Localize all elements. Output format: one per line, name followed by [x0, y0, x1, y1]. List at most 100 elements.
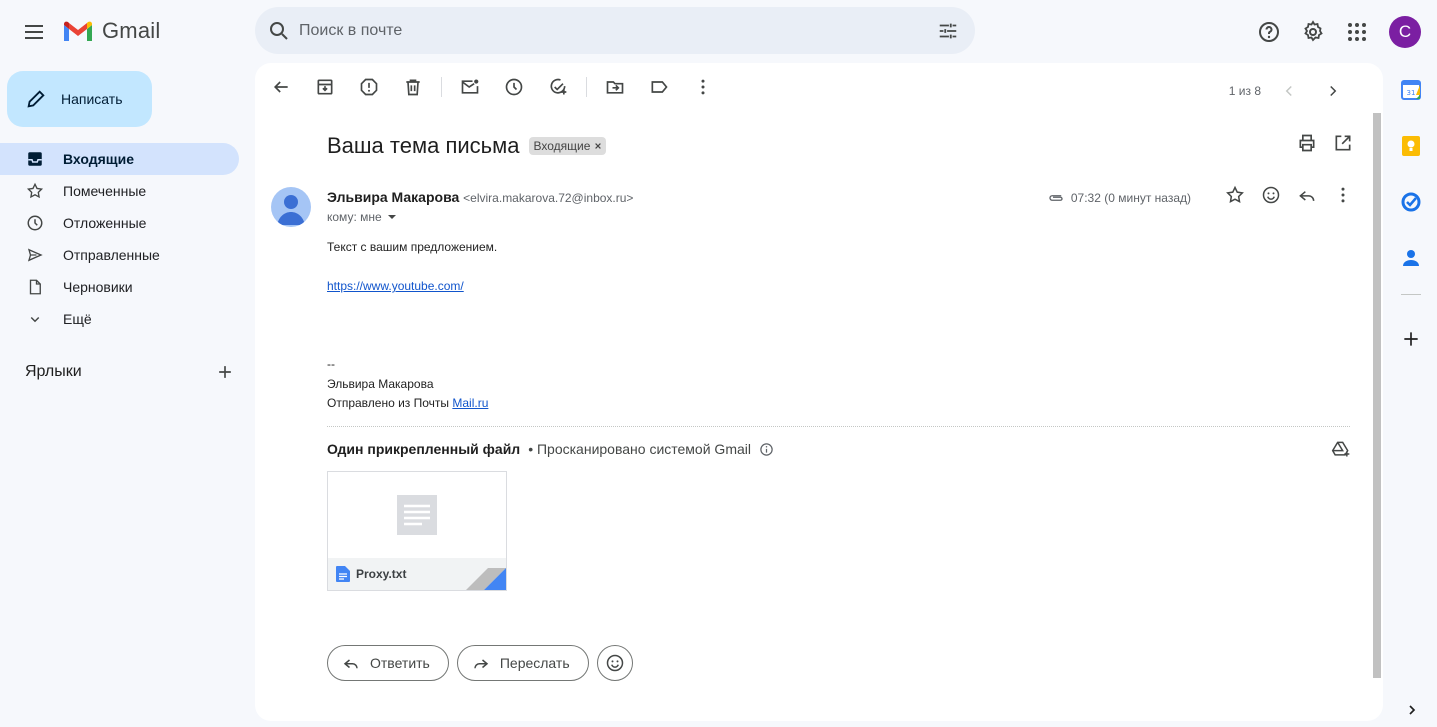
scrollbar-thumb[interactable] [1373, 113, 1381, 678]
search-options-icon[interactable] [937, 20, 959, 42]
newer-button[interactable] [1271, 73, 1307, 109]
tasks-app-button[interactable] [1391, 182, 1431, 222]
archive-icon [317, 79, 333, 95]
attachments-title: Один прикрепленный файл [327, 441, 521, 457]
sidebar-item-sent[interactable]: Отправленные [0, 239, 239, 271]
star-icon[interactable] [1225, 185, 1245, 205]
search-icon[interactable] [267, 19, 291, 43]
account-avatar[interactable]: С [1389, 16, 1421, 48]
email-subject: Ваша тема письма [327, 133, 520, 158]
forward-icon [474, 659, 489, 669]
text-file-icon [336, 566, 350, 582]
emoji-icon [606, 654, 623, 672]
body-link[interactable]: https://www.youtube.com/ [327, 279, 464, 293]
hamburger-icon [25, 25, 43, 39]
move-to-folder-icon [606, 81, 624, 94]
pagination-count: 1 из 8 [1228, 84, 1261, 98]
tasks-icon [1401, 192, 1421, 212]
message-time: 07:32 (0 минут назад) [1070, 191, 1191, 205]
body-line: Текст с вашим предложением. [327, 240, 498, 254]
arrow-back-icon [273, 81, 288, 93]
report-spam-button[interactable] [351, 69, 387, 105]
sidebar-item-snoozed[interactable]: Отложенные [0, 207, 239, 239]
chevron-right-icon [1409, 705, 1416, 715]
labels-button[interactable] [641, 69, 677, 105]
gear-icon [1304, 20, 1323, 42]
sidebar-item-inbox[interactable]: Входящие [0, 143, 239, 175]
keep-app-button[interactable] [1391, 126, 1431, 166]
snooze-button[interactable] [496, 69, 532, 105]
trash-icon [406, 79, 420, 96]
signature-separator: -- [327, 357, 335, 371]
open-in-new-window-icon[interactable] [1333, 133, 1353, 153]
label-chip[interactable]: Входящие [529, 137, 607, 155]
search-bar[interactable] [255, 7, 975, 54]
chevron-right-icon [1330, 85, 1337, 97]
reply-label: Ответить [370, 655, 430, 671]
add-label-icon[interactable] [215, 362, 235, 382]
more-vert-icon [701, 79, 705, 95]
mark-unread-button[interactable] [452, 69, 488, 105]
contacts-icon [1403, 250, 1419, 266]
attachment-info: Proxy.txt [328, 558, 506, 590]
top-right-controls: С [1245, 12, 1421, 52]
emoji-icon[interactable] [1261, 185, 1281, 205]
gmail-logo[interactable]: Gmail [62, 18, 160, 44]
signature-link[interactable]: Mail.ru [452, 396, 488, 410]
chevron-left-icon [1285, 85, 1292, 97]
main-menu-button[interactable] [13, 11, 55, 53]
settings-button[interactable] [1293, 12, 1333, 52]
sender-avatar[interactable] [271, 187, 311, 227]
more-options-button[interactable] [685, 69, 721, 105]
attachment-preview [328, 472, 506, 558]
gmail-m-icon [64, 21, 92, 41]
recipient-text: кому: мне [327, 210, 382, 224]
caret-down-icon[interactable] [386, 211, 398, 223]
contacts-app-button[interactable] [1391, 238, 1431, 278]
paperclip-icon [1049, 195, 1063, 201]
archive-button[interactable] [307, 69, 343, 105]
toolbar-divider [586, 77, 587, 97]
sidebar-item-starred[interactable]: Помеченные [0, 175, 239, 207]
delete-button[interactable] [395, 69, 431, 105]
sidebar-item-label: Помеченные [63, 183, 147, 199]
reply-button[interactable]: Ответить [327, 645, 449, 681]
print-icon[interactable] [1297, 133, 1317, 153]
message-scrollbar[interactable] [1371, 111, 1383, 678]
signature-name: Эльвира Макарова [327, 376, 434, 391]
show-side-panel-button[interactable] [1404, 702, 1420, 718]
info-icon[interactable] [759, 442, 774, 457]
add-to-tasks-button[interactable] [540, 69, 576, 105]
recipient-line[interactable]: кому: мне [327, 210, 398, 224]
side-panel-divider [1401, 294, 1421, 295]
keep-icon [1402, 136, 1420, 156]
close-icon[interactable] [594, 142, 602, 150]
help-button[interactable] [1249, 12, 1289, 52]
reply-actions: Ответить Переслать [327, 645, 633, 681]
calendar-app-button[interactable]: 31 [1391, 70, 1431, 110]
get-addons-button[interactable] [1391, 319, 1431, 359]
sidebar-item-more[interactable]: Ещё [0, 303, 239, 335]
older-button[interactable] [1315, 73, 1351, 109]
sender-name[interactable]: Эльвира Макарова [327, 189, 459, 205]
add-task-icon [550, 78, 567, 95]
spam-icon [360, 78, 378, 96]
sidebar-nav: Входящие Помеченные Отложенные Отправлен… [0, 143, 256, 335]
attachment-card[interactable]: Proxy.txt [327, 471, 507, 591]
add-to-drive-button[interactable] [1331, 439, 1351, 459]
more-vert-icon[interactable] [1333, 185, 1353, 205]
apps-button[interactable] [1337, 12, 1377, 52]
attachments-divider [327, 426, 1350, 427]
sidebar-item-drafts[interactable]: Черновики [0, 271, 239, 303]
compose-button[interactable]: Написать [7, 71, 152, 127]
reply-icon[interactable] [1297, 185, 1317, 205]
search-input[interactable] [299, 21, 937, 40]
back-button[interactable] [263, 69, 299, 105]
forward-button[interactable]: Переслать [456, 645, 589, 681]
toolbar-divider [441, 77, 442, 97]
move-to-button[interactable] [597, 69, 633, 105]
labels-section-header: Ярлыки [25, 362, 235, 382]
emoji-reaction-button[interactable] [596, 645, 633, 681]
pagination: 1 из 8 [1229, 73, 1359, 109]
clock-icon [27, 215, 43, 231]
